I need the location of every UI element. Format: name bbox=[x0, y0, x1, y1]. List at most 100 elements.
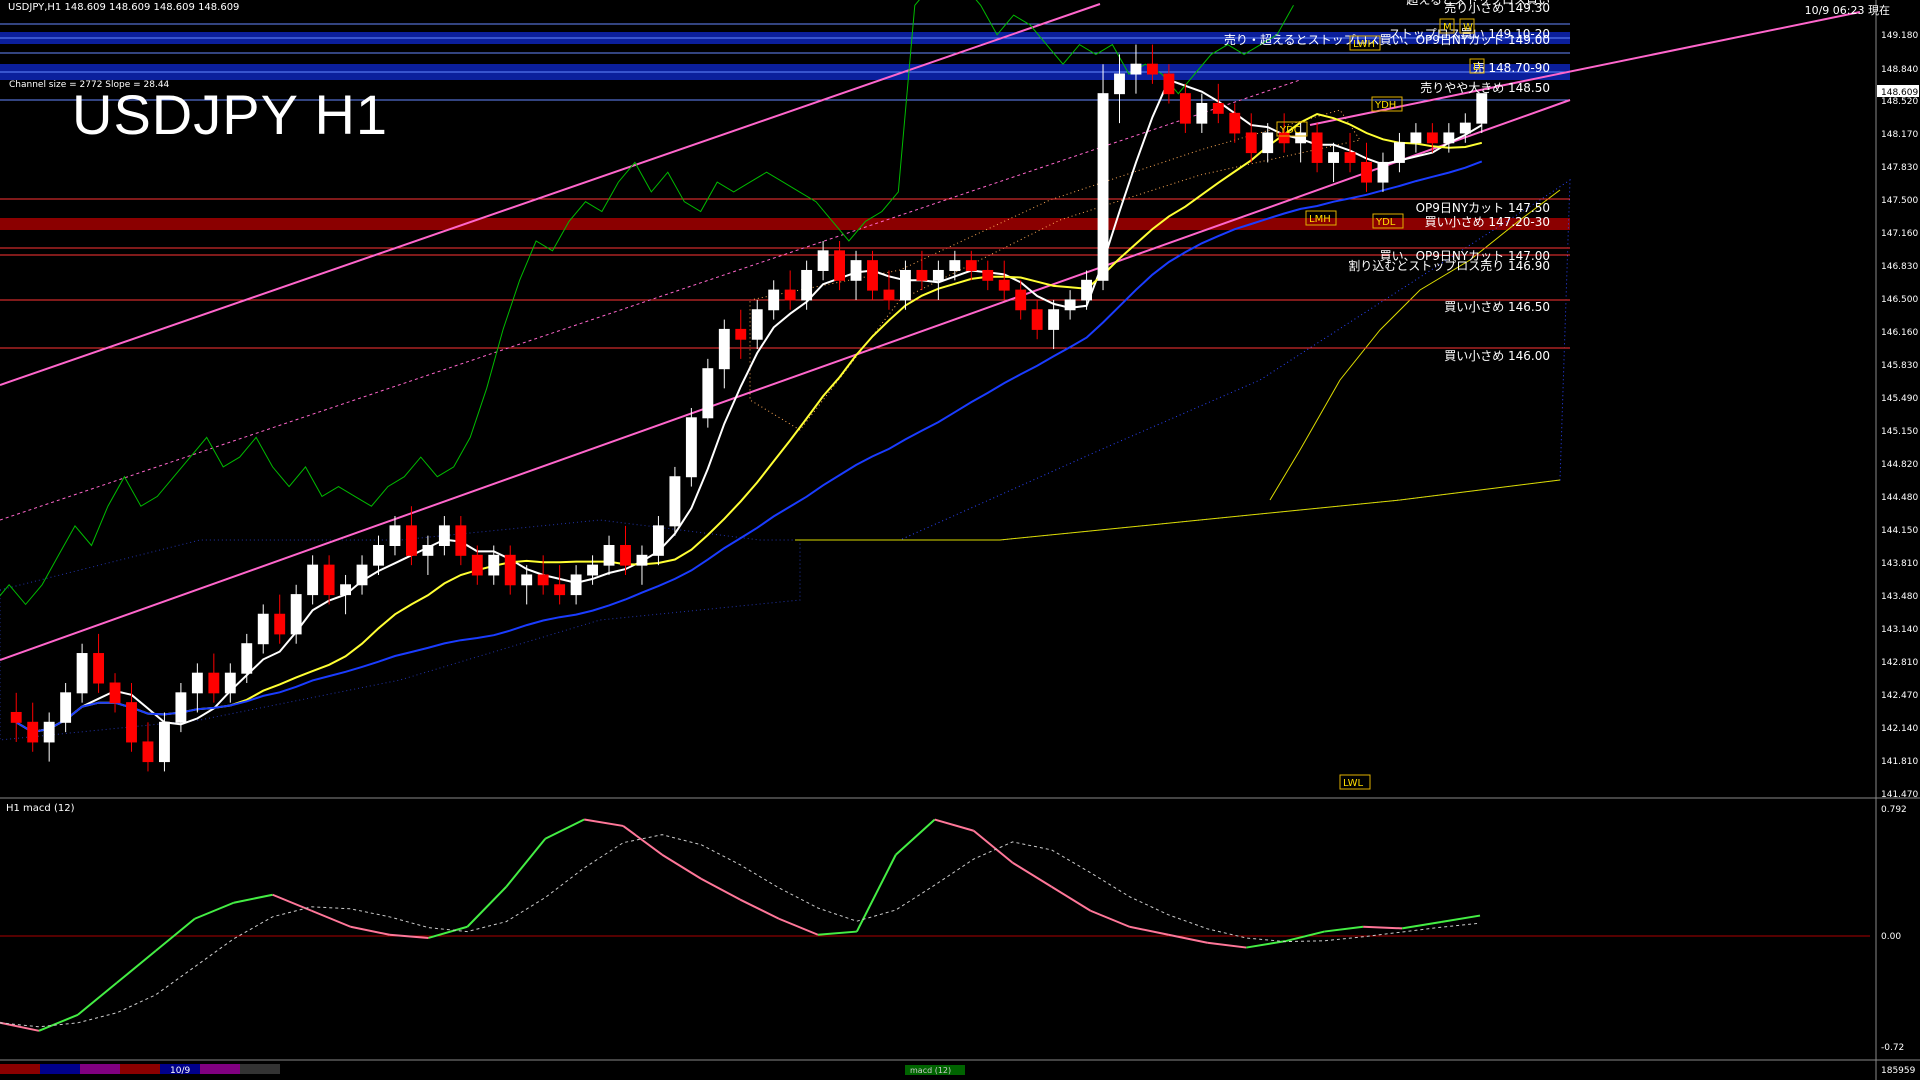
chart-canvas[interactable]: 超えるとストップロス買い売り小さめ 149.30ストップロス買い 149.10-… bbox=[0, 0, 1920, 1080]
candle-body bbox=[1443, 132, 1455, 144]
candle-body bbox=[60, 692, 72, 723]
candle-body bbox=[1245, 132, 1257, 154]
candle-body bbox=[224, 672, 236, 694]
candle-body bbox=[191, 672, 203, 694]
period-segment bbox=[200, 1064, 240, 1074]
tag-text: D bbox=[1473, 62, 1481, 73]
tag-text: YDC bbox=[1279, 125, 1301, 136]
period-segment bbox=[120, 1064, 160, 1074]
price-tick: 146.160 bbox=[1881, 328, 1918, 338]
price-tick: 143.810 bbox=[1881, 559, 1918, 569]
candle-body bbox=[998, 279, 1010, 291]
candle-body bbox=[1361, 161, 1372, 183]
candle-body bbox=[718, 328, 730, 370]
candle-body bbox=[899, 269, 911, 301]
level-note: OP9日NYカット 147.50 bbox=[1416, 201, 1550, 215]
tag-text: LWH bbox=[1353, 39, 1375, 50]
candle-body bbox=[817, 250, 829, 271]
candle-body bbox=[274, 613, 286, 635]
price-tick: 142.140 bbox=[1881, 724, 1918, 734]
candle-body bbox=[1393, 142, 1405, 163]
price-tick: 145.490 bbox=[1881, 394, 1918, 404]
tag-text: YDH bbox=[1374, 100, 1396, 111]
candle-body bbox=[488, 554, 500, 576]
candle-body bbox=[1015, 289, 1027, 311]
candle-body bbox=[389, 525, 401, 546]
candle-body bbox=[1163, 73, 1175, 95]
candle-body bbox=[554, 584, 566, 596]
candle-body bbox=[1081, 279, 1093, 301]
candle-body bbox=[208, 672, 220, 694]
price-tick: 146.500 bbox=[1881, 295, 1918, 305]
candle-body bbox=[126, 702, 137, 743]
level-note: 割り込むとストップロス売り 146.90 bbox=[1348, 258, 1550, 273]
candle-body bbox=[323, 564, 335, 596]
candle-body bbox=[504, 554, 516, 586]
tag-text: YDL bbox=[1375, 217, 1396, 228]
channel-size-readout: Channel size = 2772 Slope = 28.44 bbox=[9, 80, 170, 90]
candle-body bbox=[652, 525, 664, 556]
support-band bbox=[0, 218, 1570, 230]
candle-body bbox=[290, 594, 302, 635]
candle-body bbox=[949, 260, 961, 271]
period-segment bbox=[80, 1064, 120, 1074]
candle-body bbox=[702, 368, 714, 419]
candle-body bbox=[636, 554, 648, 566]
candle-body bbox=[916, 269, 928, 281]
candle-body bbox=[1097, 93, 1109, 281]
candle-body bbox=[570, 574, 582, 596]
candle-body bbox=[438, 525, 450, 546]
candle-body bbox=[965, 260, 977, 271]
candle-body bbox=[1328, 152, 1340, 163]
candle-body bbox=[1146, 63, 1158, 75]
price-tick: 143.140 bbox=[1881, 625, 1918, 635]
candle-body bbox=[603, 544, 615, 566]
period-segment bbox=[240, 1064, 280, 1074]
clock-readout: 10/9 06:23 現在 bbox=[1804, 4, 1890, 17]
tag-text: M bbox=[1443, 22, 1452, 33]
candle-body bbox=[373, 544, 384, 566]
candle-body bbox=[883, 289, 895, 301]
candle-body bbox=[340, 584, 352, 596]
candle-body bbox=[1130, 63, 1142, 75]
candle-body bbox=[1344, 152, 1356, 163]
candle-body bbox=[1196, 102, 1208, 124]
candle-body bbox=[356, 564, 368, 586]
price-tick: 145.830 bbox=[1881, 361, 1918, 371]
candle-body bbox=[751, 309, 763, 340]
candle-body bbox=[455, 525, 467, 556]
macd-tick: 0.792 bbox=[1881, 805, 1907, 815]
price-tick: 143.480 bbox=[1881, 592, 1918, 602]
candle-body bbox=[1229, 112, 1241, 134]
candle-body bbox=[768, 289, 780, 311]
candle-body bbox=[158, 721, 170, 763]
candle-body bbox=[1048, 309, 1060, 330]
candle-body bbox=[307, 564, 319, 596]
macd-tag: macd (12) bbox=[910, 1066, 951, 1075]
macd-tick: -0.72 bbox=[1881, 1043, 1904, 1053]
candle-body bbox=[1212, 102, 1224, 114]
candle-body bbox=[850, 260, 862, 281]
tag-text: LMH bbox=[1309, 214, 1331, 225]
level-note: 買い小さめ 146.00 bbox=[1444, 349, 1550, 363]
price-tick: 142.470 bbox=[1881, 691, 1918, 701]
price-tick: 148.520 bbox=[1881, 97, 1918, 107]
period-segment bbox=[40, 1064, 80, 1074]
candle-body bbox=[1031, 309, 1043, 330]
tag-w: W bbox=[1459, 18, 1475, 34]
candle-body bbox=[1377, 161, 1389, 183]
date-tag: 10/9 bbox=[170, 1066, 190, 1076]
price-tick: 145.150 bbox=[1881, 427, 1918, 437]
candle-body bbox=[10, 711, 22, 723]
candle-body bbox=[109, 682, 121, 704]
candle-body bbox=[27, 721, 39, 743]
level-note: 買い小さめ 146.50 bbox=[1444, 300, 1550, 314]
candle-body bbox=[834, 250, 846, 281]
candle-body bbox=[1114, 73, 1125, 95]
price-tick: 141.810 bbox=[1881, 757, 1918, 767]
price-tick: 148.840 bbox=[1881, 65, 1918, 75]
candle-body bbox=[537, 574, 549, 586]
macd-panel-label: H1 macd (12) bbox=[6, 803, 75, 814]
candle-body bbox=[142, 741, 154, 763]
level-note: 買い小さめ 147.20-30 bbox=[1425, 215, 1550, 229]
